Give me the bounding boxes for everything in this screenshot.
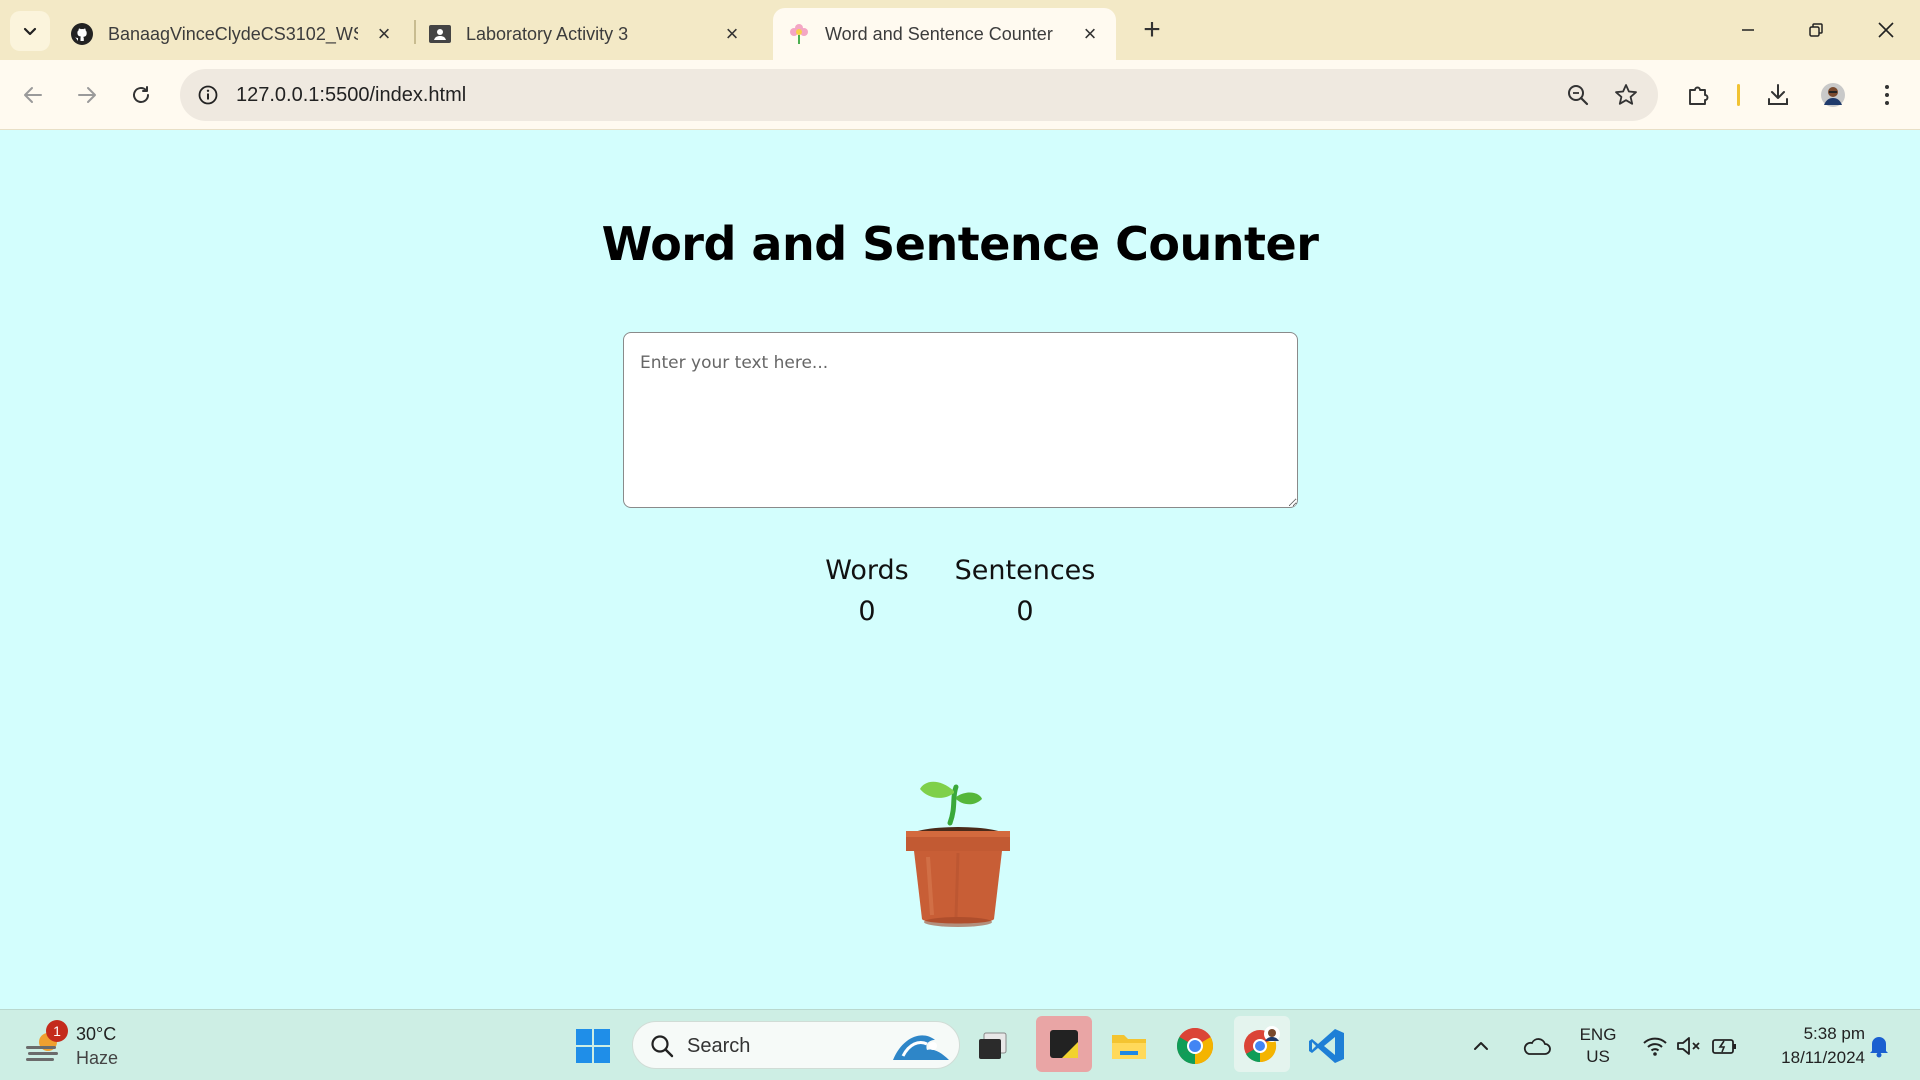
chrome-profile-app[interactable] bbox=[1234, 1016, 1290, 1072]
sentences-label: Sentences bbox=[954, 555, 1096, 586]
tab-word-sentence-counter[interactable]: Word and Sentence Counter × bbox=[773, 8, 1116, 60]
url-text[interactable]: 127.0.0.1:5500/index.html bbox=[236, 84, 466, 107]
tab-laboratory-activity[interactable]: Laboratory Activity 3 × bbox=[428, 8, 758, 60]
tab-title: Laboratory Activity 3 bbox=[466, 23, 629, 44]
close-icon[interactable]: × bbox=[720, 21, 744, 46]
search-label: Search bbox=[687, 1035, 751, 1057]
language-indicator[interactable]: ENG US bbox=[1570, 1024, 1626, 1068]
taskbar-search[interactable]: Search bbox=[632, 1021, 960, 1069]
sticky-notes-icon bbox=[1050, 1030, 1078, 1058]
volume-muted-icon bbox=[1677, 1037, 1700, 1055]
arrow-left-icon bbox=[24, 87, 42, 103]
github-icon bbox=[70, 22, 94, 46]
reload-button[interactable] bbox=[124, 78, 158, 112]
minimize-button[interactable] bbox=[1728, 12, 1768, 48]
tab-title: BanaagVinceClydeCS3102_WST bbox=[108, 23, 358, 44]
browser-toolbar: 127.0.0.1:5500/index.html bbox=[0, 60, 1920, 130]
site-info-icon[interactable] bbox=[192, 79, 224, 111]
system-clock[interactable]: 5:38 pm 18/11/2024 bbox=[1755, 1022, 1865, 1070]
forward-button[interactable] bbox=[70, 78, 104, 112]
extensions-button[interactable] bbox=[1682, 78, 1716, 112]
file-explorer-app[interactable] bbox=[1104, 1021, 1154, 1071]
page-content: Word and Sentence Counter Words 0 Senten… bbox=[0, 131, 1920, 1009]
tab-separator bbox=[414, 20, 416, 44]
tab-github[interactable]: BanaagVinceClydeCS3102_WST × bbox=[70, 8, 410, 60]
search-icon bbox=[651, 1035, 674, 1058]
chrome-app[interactable] bbox=[1170, 1021, 1220, 1071]
volume-tray[interactable] bbox=[1672, 1021, 1706, 1071]
close-icon[interactable]: × bbox=[372, 21, 396, 46]
classroom-icon bbox=[428, 22, 452, 46]
more-vertical-icon bbox=[1885, 85, 1889, 105]
restore-icon bbox=[1809, 23, 1823, 37]
potted-plant-icon bbox=[906, 781, 1010, 927]
chrome-profile-icon bbox=[1244, 1026, 1280, 1063]
notifications-button[interactable] bbox=[1862, 1021, 1896, 1071]
close-icon[interactable]: × bbox=[1078, 21, 1102, 46]
new-tab-button[interactable]: + bbox=[1136, 13, 1168, 46]
sentences-count: 0 bbox=[1016, 596, 1034, 627]
battery-tray[interactable] bbox=[1708, 1021, 1742, 1071]
back-button[interactable] bbox=[16, 78, 50, 112]
clock-time: 5:38 pm bbox=[1803, 1024, 1865, 1043]
chevron-down-icon bbox=[23, 27, 37, 36]
page-title: Word and Sentence Counter bbox=[601, 217, 1319, 271]
words-stat: Words 0 bbox=[810, 555, 924, 627]
cloud-icon bbox=[1523, 1038, 1551, 1055]
weather-widget[interactable]: 1 30°C Haze bbox=[24, 1020, 164, 1072]
language-line2: US bbox=[1586, 1047, 1610, 1066]
weather-condition: Haze bbox=[76, 1048, 119, 1068]
sticky-notes-app[interactable] bbox=[1036, 1016, 1092, 1072]
words-count: 0 bbox=[858, 596, 876, 627]
windows-taskbar: 1 30°C Haze Search ENG US 5:38 pm 18/11/… bbox=[0, 1009, 1920, 1080]
vscode-app[interactable] bbox=[1302, 1021, 1352, 1071]
bookmark-star-icon[interactable] bbox=[1612, 81, 1640, 109]
tab-title: Word and Sentence Counter bbox=[825, 23, 1053, 44]
network-tray[interactable] bbox=[1638, 1021, 1672, 1071]
windows-start-button[interactable] bbox=[568, 1021, 618, 1071]
browser-tabbar: BanaagVinceClydeCS3102_WST × Laboratory … bbox=[0, 0, 1920, 60]
onedrive-tray[interactable] bbox=[1514, 1021, 1558, 1071]
chevron-up-icon bbox=[1474, 1042, 1488, 1050]
wave-illustration-icon bbox=[893, 1035, 949, 1060]
windows-start-icon bbox=[576, 1029, 610, 1063]
vscode-icon bbox=[1309, 1029, 1344, 1063]
toolbar-separator bbox=[1737, 84, 1740, 106]
battery-charging-icon bbox=[1712, 1039, 1736, 1054]
zoom-icon[interactable] bbox=[1564, 81, 1592, 109]
language-line1: ENG bbox=[1579, 1025, 1617, 1044]
arrow-right-icon bbox=[78, 87, 96, 103]
tab-search-button[interactable] bbox=[10, 11, 50, 51]
wifi-icon bbox=[1643, 1037, 1667, 1056]
show-hidden-icons-button[interactable] bbox=[1466, 1021, 1496, 1071]
minimize-icon bbox=[1742, 29, 1754, 31]
chrome-menu-button[interactable] bbox=[1870, 78, 1904, 112]
words-label: Words bbox=[825, 555, 909, 586]
flower-icon bbox=[787, 22, 811, 46]
weather-notification-badge: 1 bbox=[46, 1020, 68, 1042]
bell-icon bbox=[1870, 1037, 1888, 1058]
downloads-button[interactable] bbox=[1761, 78, 1795, 112]
close-window-button[interactable] bbox=[1866, 12, 1906, 48]
sentences-stat: Sentences 0 bbox=[942, 555, 1108, 627]
reload-icon bbox=[133, 86, 149, 103]
file-explorer-icon bbox=[1112, 1035, 1146, 1059]
task-view-icon bbox=[979, 1032, 1007, 1059]
download-icon bbox=[1768, 84, 1788, 105]
close-icon bbox=[1878, 22, 1894, 38]
profile-avatar[interactable] bbox=[1816, 78, 1850, 112]
chrome-icon bbox=[1176, 1027, 1214, 1064]
clock-date: 18/11/2024 bbox=[1781, 1048, 1865, 1067]
address-bar[interactable]: 127.0.0.1:5500/index.html bbox=[180, 69, 1658, 121]
weather-temperature: 30°C bbox=[76, 1024, 117, 1044]
text-input[interactable] bbox=[623, 332, 1298, 508]
task-view-button[interactable] bbox=[968, 1021, 1018, 1071]
puzzle-icon bbox=[1689, 86, 1709, 105]
restore-button[interactable] bbox=[1796, 12, 1836, 48]
